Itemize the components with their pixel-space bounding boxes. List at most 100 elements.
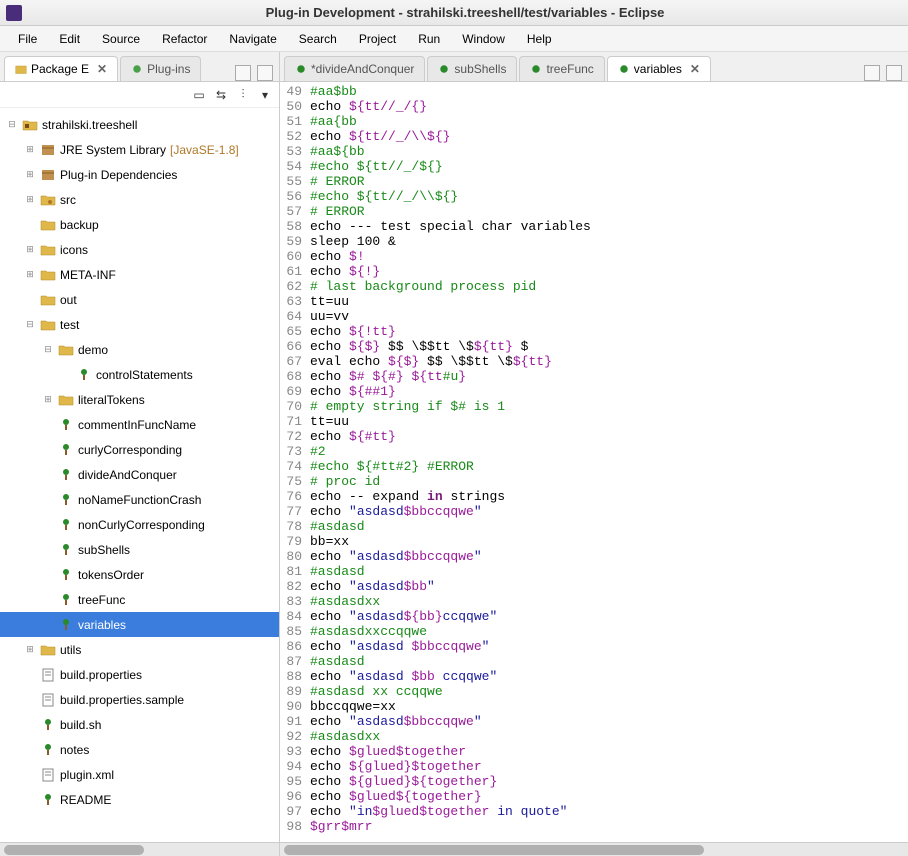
tree-item[interactable]: ⊞JRE System Library[JavaSE-1.8]: [0, 137, 279, 162]
expand-icon[interactable]: ⊟: [42, 344, 54, 355]
tree-item[interactable]: tokensOrder: [0, 562, 279, 587]
tab-divideandconquer[interactable]: *divideAndConquer: [284, 56, 425, 81]
tree-item[interactable]: ⊞literalTokens: [0, 387, 279, 412]
menu-navigate[interactable]: Navigate: [219, 28, 286, 50]
code-line[interactable]: #2: [310, 444, 904, 459]
tab-variables[interactable]: variables ✕: [607, 56, 711, 81]
expand-icon[interactable]: ⊞: [24, 269, 36, 280]
expand-icon[interactable]: ⊞: [42, 394, 54, 405]
code-line[interactable]: echo ${glued}${together}: [310, 774, 904, 789]
expand-icon[interactable]: ⊞: [24, 644, 36, 655]
filter-icon[interactable]: ⫶: [235, 87, 251, 103]
hscrollbar-editor[interactable]: [280, 842, 908, 856]
code-line[interactable]: # proc id: [310, 474, 904, 489]
menu-run[interactable]: Run: [408, 28, 450, 50]
code-line[interactable]: #asdasdxx: [310, 594, 904, 609]
menu-file[interactable]: File: [8, 28, 47, 50]
tree-item[interactable]: build.sh: [0, 712, 279, 737]
code-line[interactable]: echo "asdasd $bbccqqwe": [310, 639, 904, 654]
code-line[interactable]: echo ${!}: [310, 264, 904, 279]
view-menu-icon[interactable]: ▾: [257, 87, 273, 103]
menu-edit[interactable]: Edit: [49, 28, 90, 50]
close-icon[interactable]: ✕: [690, 62, 700, 76]
code-line[interactable]: tt=uu: [310, 294, 904, 309]
tree-item[interactable]: plugin.xml: [0, 762, 279, 787]
code-line[interactable]: echo "asdasd$bb": [310, 579, 904, 594]
tree-item[interactable]: build.properties: [0, 662, 279, 687]
tree-item[interactable]: out: [0, 287, 279, 312]
tree-item[interactable]: ⊞utils: [0, 637, 279, 662]
tree-item[interactable]: divideAndConquer: [0, 462, 279, 487]
code-line[interactable]: echo "asdasd$bbccqqwe": [310, 714, 904, 729]
code-line[interactable]: echo "asdasd$bbccqqwe": [310, 504, 904, 519]
tree-item[interactable]: ⊞src: [0, 187, 279, 212]
code-line[interactable]: echo $# ${#} ${tt#u}: [310, 369, 904, 384]
menu-source[interactable]: Source: [92, 28, 150, 50]
tree-item[interactable]: ⊟test: [0, 312, 279, 337]
tree-item[interactable]: controlStatements: [0, 362, 279, 387]
code-line[interactable]: echo ${#tt}: [310, 429, 904, 444]
code-line[interactable]: echo ${!tt}: [310, 324, 904, 339]
code-line[interactable]: echo $!: [310, 249, 904, 264]
menu-refactor[interactable]: Refactor: [152, 28, 217, 50]
expand-icon[interactable]: ⊟: [6, 119, 18, 130]
package-explorer-tree[interactable]: ⊟strahilski.treeshell⊞JRE System Library…: [0, 108, 279, 842]
tree-item[interactable]: curlyCorresponding: [0, 437, 279, 462]
expand-icon[interactable]: ⊞: [24, 144, 36, 155]
code-line[interactable]: eval echo ${$} $$ \$$tt \$${tt}: [310, 354, 904, 369]
menu-window[interactable]: Window: [452, 28, 515, 50]
code-line[interactable]: # last background process pid: [310, 279, 904, 294]
code-editor[interactable]: 4950515253545556575859606162636465666768…: [280, 82, 908, 842]
code-line[interactable]: bbccqqwe=xx: [310, 699, 904, 714]
tree-item[interactable]: noNameFunctionCrash: [0, 487, 279, 512]
code-line[interactable]: echo "asdasd${bb}ccqqwe": [310, 609, 904, 624]
expand-icon[interactable]: ⊟: [24, 319, 36, 330]
code-line[interactable]: tt=uu: [310, 414, 904, 429]
code-line[interactable]: #echo ${tt//_/\\${}: [310, 189, 904, 204]
tab-treefunc[interactable]: treeFunc: [519, 56, 604, 81]
tab-plugins[interactable]: Plug-ins: [120, 56, 201, 81]
code-body[interactable]: #aa$bbecho ${tt//_/{}#aa{bbecho ${tt//_/…: [306, 82, 908, 842]
code-line[interactable]: echo ${tt//_/\\${}: [310, 129, 904, 144]
expand-icon[interactable]: ⊞: [24, 169, 36, 180]
code-line[interactable]: sleep 100 &: [310, 234, 904, 249]
code-line[interactable]: #aa{bb: [310, 114, 904, 129]
tree-item[interactable]: build.properties.sample: [0, 687, 279, 712]
tree-item[interactable]: ⊞META-INF: [0, 262, 279, 287]
close-icon[interactable]: ✕: [97, 62, 107, 76]
link-editor-icon[interactable]: ⇆: [213, 87, 229, 103]
code-line[interactable]: echo "in$glued$together in quote": [310, 804, 904, 819]
tree-item[interactable]: ⊟demo: [0, 337, 279, 362]
tree-item[interactable]: ⊞icons: [0, 237, 279, 262]
code-line[interactable]: # ERROR: [310, 174, 904, 189]
tree-item[interactable]: backup: [0, 212, 279, 237]
hscrollbar-left[interactable]: [0, 842, 279, 856]
code-line[interactable]: echo "asdasd $bb ccqqwe": [310, 669, 904, 684]
code-line[interactable]: #aa$bb: [310, 84, 904, 99]
code-line[interactable]: echo ${$} $$ \$$tt \$${tt} $: [310, 339, 904, 354]
tree-item[interactable]: subShells: [0, 537, 279, 562]
code-line[interactable]: #echo ${#tt#2} #ERROR: [310, 459, 904, 474]
tree-item[interactable]: ⊞Plug-in Dependencies: [0, 162, 279, 187]
code-line[interactable]: echo "asdasd$bbccqqwe": [310, 549, 904, 564]
code-line[interactable]: #asdasd: [310, 654, 904, 669]
menu-search[interactable]: Search: [289, 28, 347, 50]
code-line[interactable]: #echo ${tt//_/${}: [310, 159, 904, 174]
tree-item[interactable]: nonCurlyCorresponding: [0, 512, 279, 537]
tree-item[interactable]: commentInFuncName: [0, 412, 279, 437]
code-line[interactable]: bb=xx: [310, 534, 904, 549]
code-line[interactable]: echo --- test special char variables: [310, 219, 904, 234]
maximize-editor-button[interactable]: [886, 65, 902, 81]
code-line[interactable]: echo ${glued}$together: [310, 759, 904, 774]
code-line[interactable]: #aa${bb: [310, 144, 904, 159]
code-line[interactable]: $grr$mrr: [310, 819, 904, 834]
code-line[interactable]: echo ${##1}: [310, 384, 904, 399]
minimize-view-button[interactable]: [235, 65, 251, 81]
code-line[interactable]: echo $glued$together: [310, 744, 904, 759]
tree-item[interactable]: treeFunc: [0, 587, 279, 612]
tab-subshells[interactable]: subShells: [427, 56, 517, 81]
menu-help[interactable]: Help: [517, 28, 562, 50]
code-line[interactable]: echo -- expand in strings: [310, 489, 904, 504]
tab-package-explorer[interactable]: Package E ✕: [4, 56, 118, 81]
code-line[interactable]: #asdasdxx: [310, 729, 904, 744]
